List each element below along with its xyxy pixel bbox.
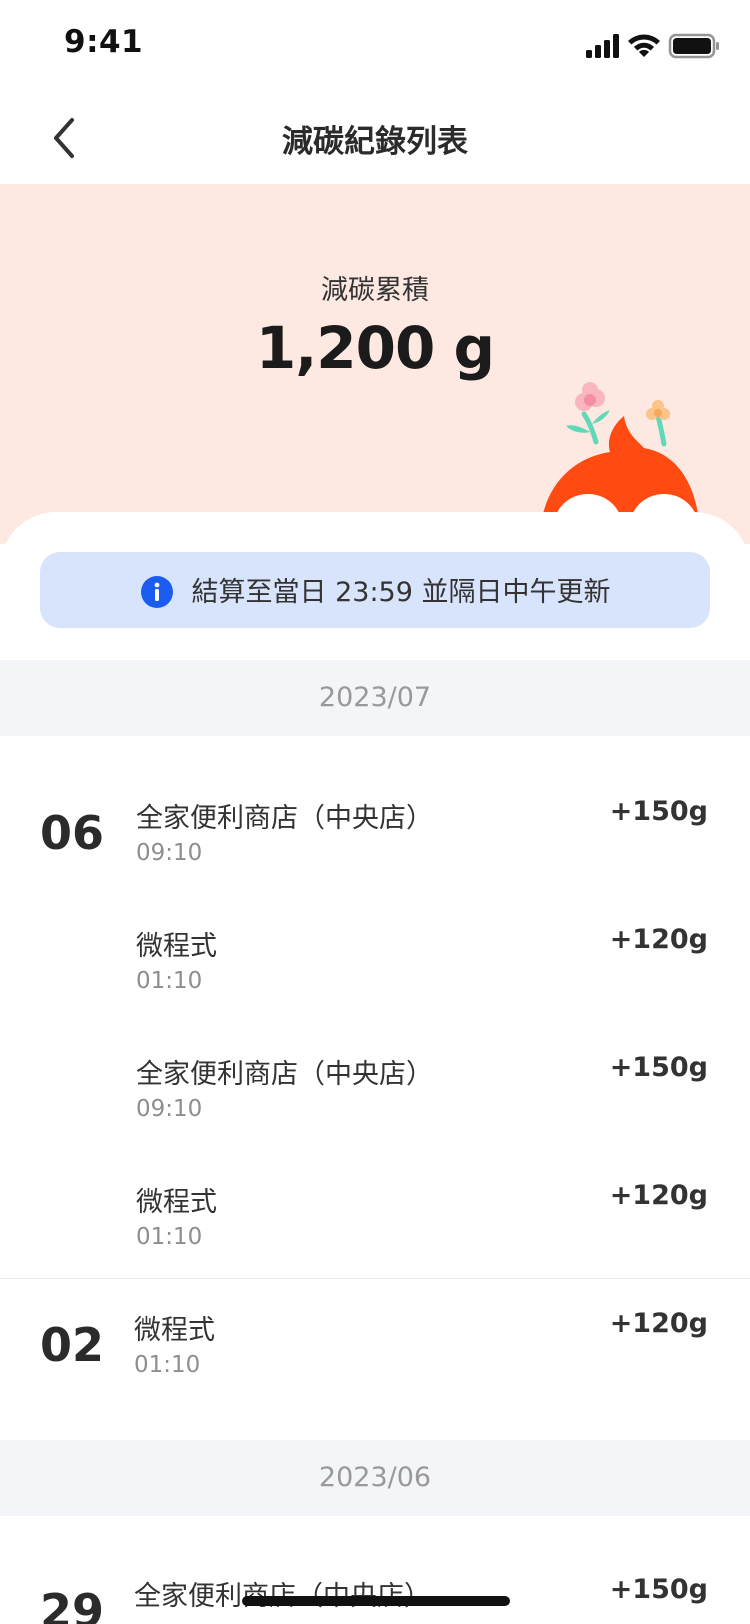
day-number: 06 <box>40 806 105 860</box>
status-icons <box>586 33 719 59</box>
entry-time: 09:10 <box>136 1096 203 1122</box>
entry-title: 微程式 <box>136 1187 217 1218</box>
entry-title: 全家便利商店（中央店） <box>134 1574 431 1613</box>
notice-text: 結算至當日 23:59 並隔日中午更新 <box>191 577 611 608</box>
battery-icon <box>668 33 719 59</box>
entry-amount: +150g <box>609 796 708 827</box>
summary-label: 減碳累積 <box>321 275 429 306</box>
entry-title: 微程式 <box>136 931 217 962</box>
day-divider <box>0 1278 750 1279</box>
status-bar: 9:41 <box>0 0 750 92</box>
settlement-notice: 結算至當日 23:59 並隔日中午更新 <box>40 552 710 628</box>
home-indicator <box>242 1596 510 1606</box>
entry-time: 01:10 <box>134 1352 201 1378</box>
day-number: 29 <box>40 1584 105 1624</box>
page-title: 減碳紀錄列表 <box>282 124 468 160</box>
entry-title: 微程式 <box>134 1315 215 1346</box>
wifi-icon <box>628 34 660 57</box>
entry-amount: +150g <box>609 1052 708 1083</box>
day-number: 02 <box>40 1318 105 1372</box>
entry-time: 01:10 <box>136 1224 203 1250</box>
entry-amount: +150g <box>609 1574 708 1605</box>
month-header: 2023/06 <box>0 1440 750 1516</box>
info-icon <box>140 575 173 608</box>
entry-amount: +120g <box>609 1308 708 1339</box>
entry-amount: +120g <box>609 1180 708 1211</box>
entry-amount: +120g <box>609 924 708 955</box>
status-time: 9:41 <box>64 24 144 60</box>
nav-bar: 減碳紀錄列表 <box>0 92 750 184</box>
entry-title: 全家便利商店（中央店） <box>136 1059 433 1090</box>
signal-icon <box>586 34 619 58</box>
summary-value: 1,200 g <box>255 314 495 382</box>
entry-title: 全家便利商店（中央店） <box>136 803 433 834</box>
entry-time: 01:10 <box>136 968 203 994</box>
entry-time: 09:10 <box>136 840 203 866</box>
month-header: 2023/07 <box>0 660 750 736</box>
summary-hero: 減碳累積 1,200 g <box>0 184 750 544</box>
